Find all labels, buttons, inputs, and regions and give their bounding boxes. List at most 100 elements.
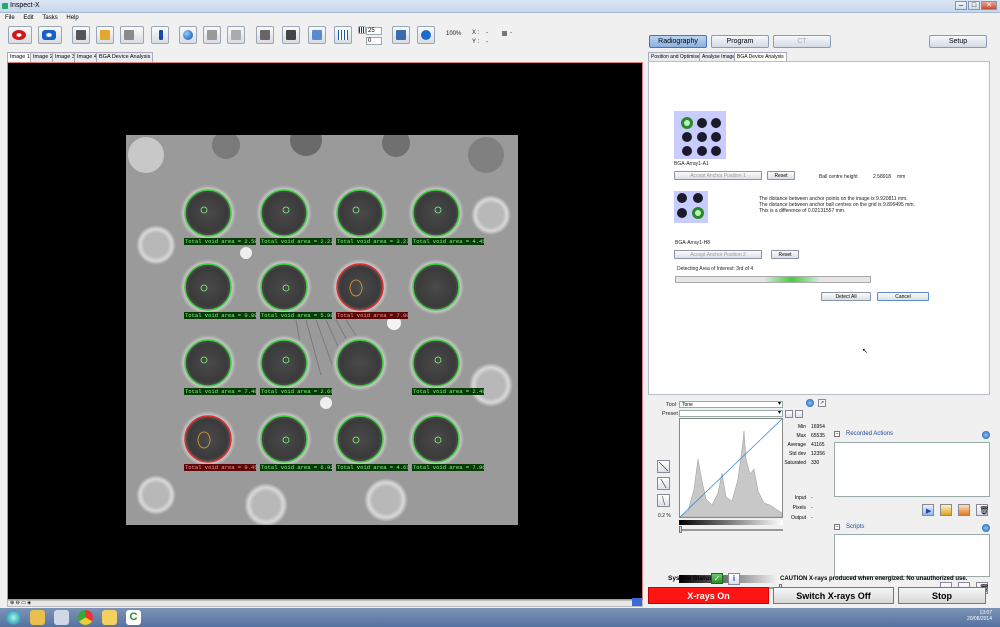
- spin-input-2[interactable]: 0: [366, 37, 382, 45]
- camera-button[interactable]: [38, 26, 62, 44]
- linear-curve-button[interactable]: [657, 460, 670, 473]
- solder-ball[interactable]: [336, 189, 384, 237]
- input-slider-handle[interactable]: [679, 526, 682, 533]
- convert-actions-button[interactable]: [958, 504, 970, 516]
- minimize-button[interactable]: –: [955, 1, 967, 10]
- step-curve-button[interactable]: [657, 494, 670, 507]
- help-button[interactable]: [417, 26, 435, 44]
- solder-ball[interactable]: [412, 189, 460, 237]
- switch-xrays-off-button[interactable]: Switch X-rays Off: [773, 587, 894, 604]
- collapse-scripts-icon[interactable]: –: [834, 524, 840, 530]
- progress-fill: [763, 277, 822, 282]
- tool-select[interactable]: Tone: [679, 401, 783, 408]
- menu-tasks[interactable]: Tasks: [42, 13, 57, 23]
- menu-help[interactable]: Help: [66, 13, 78, 23]
- main-toolbar: 25 0 100% X : Y : - - -: [0, 23, 640, 49]
- curve-button[interactable]: [657, 477, 670, 490]
- scroll-corner[interactable]: [632, 598, 642, 606]
- solder-ball[interactable]: [184, 189, 232, 237]
- preset-delete-button[interactable]: [795, 410, 803, 418]
- tab-program[interactable]: Program: [711, 35, 769, 48]
- tab-setup[interactable]: Setup: [929, 35, 987, 48]
- scripts-list[interactable]: [834, 534, 990, 577]
- reset-anchor-2-button[interactable]: Reset: [771, 250, 799, 259]
- xray-source-button[interactable]: [8, 26, 32, 44]
- scripts-globe-icon[interactable]: [982, 524, 990, 532]
- recorded-globe-icon[interactable]: [982, 431, 990, 439]
- delete-actions-button[interactable]: 🗑: [976, 504, 989, 516]
- expand-icon[interactable]: ↗: [818, 399, 826, 407]
- solder-ball[interactable]: [260, 189, 308, 237]
- save-button[interactable]: [120, 26, 144, 44]
- zoom-controls[interactable]: ⊕ ⊖ ▭ ◈: [10, 600, 31, 606]
- live-button[interactable]: [179, 26, 197, 44]
- media-icon[interactable]: [54, 610, 69, 625]
- pause-button[interactable]: [203, 26, 221, 44]
- measure-button[interactable]: [282, 26, 300, 44]
- close-button[interactable]: ✕: [981, 1, 997, 10]
- globe-icon[interactable]: [806, 399, 814, 407]
- accept-anchor-1-button[interactable]: Accept Anchor Position 1: [674, 171, 762, 180]
- record-actions-button[interactable]: [940, 504, 952, 516]
- inspect-x-taskbar-icon[interactable]: C: [126, 610, 141, 625]
- stop-capture-button[interactable]: [227, 26, 245, 44]
- cancel-button[interactable]: Cancel: [877, 292, 929, 301]
- void-area-label: Total void area = 6.92%: [260, 464, 332, 471]
- chrome-icon[interactable]: [78, 610, 93, 625]
- image-viewer[interactable]: Total void area = 2.58% Total void area =…: [7, 62, 643, 600]
- xray-image[interactable]: Total void area = 2.58% Total void area =…: [126, 135, 518, 525]
- tab-radiography[interactable]: Radiography: [649, 35, 707, 48]
- tab-ct[interactable]: CT: [773, 35, 831, 48]
- solder-ball[interactable]: [184, 339, 232, 387]
- solder-ball[interactable]: [260, 263, 308, 311]
- crosshair-button[interactable]: [392, 26, 410, 44]
- grid-button[interactable]: [334, 26, 352, 44]
- collapse-recorded-icon[interactable]: –: [834, 431, 840, 437]
- window-button[interactable]: [72, 26, 90, 44]
- status-info-icon[interactable]: i: [728, 573, 740, 585]
- solder-ball[interactable]: [184, 415, 232, 463]
- distance-info-3: This is a difference of 0.02131557 mm.: [759, 208, 846, 214]
- menu-file[interactable]: File: [5, 13, 15, 23]
- info-button[interactable]: [151, 26, 169, 44]
- xrays-on-button[interactable]: X-rays On: [648, 587, 769, 604]
- recorded-actions-list[interactable]: [834, 442, 990, 497]
- preset-select[interactable]: [679, 410, 783, 417]
- solder-ball[interactable]: [412, 263, 460, 311]
- reset-anchor-1-button[interactable]: Reset: [767, 171, 795, 180]
- play-actions-button[interactable]: ▶: [922, 504, 934, 516]
- spin-input-1[interactable]: 25: [366, 27, 382, 35]
- app-icon-2[interactable]: [102, 610, 117, 625]
- menu-edit[interactable]: Edit: [23, 13, 33, 23]
- solder-ball[interactable]: [336, 415, 384, 463]
- pause-icon: [207, 30, 217, 40]
- solder-ball[interactable]: [184, 263, 232, 311]
- horizontal-scrollbar[interactable]: [7, 600, 643, 607]
- solder-ball[interactable]: [336, 339, 384, 387]
- tab-analyse-image[interactable]: Analyse Image: [699, 52, 739, 61]
- accept-anchor-2-button[interactable]: Accept Anchor Position 2: [674, 250, 762, 259]
- solder-ball[interactable]: [412, 339, 460, 387]
- fullscreen-button[interactable]: [308, 26, 326, 44]
- solder-ball[interactable]: [260, 339, 308, 387]
- solder-ball[interactable]: [412, 415, 460, 463]
- tab-position-optimise[interactable]: Position and Optimise: [648, 52, 703, 61]
- menu-bar: File Edit Tasks Help: [0, 13, 1000, 23]
- capture-button[interactable]: [256, 26, 274, 44]
- detect-all-button[interactable]: Detect All: [821, 292, 871, 301]
- system-status-label: System Status: [668, 575, 713, 582]
- clock-date: 20/08/2014: [966, 616, 992, 622]
- solder-ball[interactable]: [260, 415, 308, 463]
- start-button-icon[interactable]: [6, 610, 21, 625]
- input-slider-track[interactable]: [679, 529, 783, 531]
- stat-label: Average: [787, 442, 806, 448]
- stop-button[interactable]: Stop: [898, 587, 986, 604]
- maximize-button[interactable]: □: [968, 1, 980, 10]
- tab-image-1[interactable]: Image 1: [7, 52, 33, 62]
- tab-bga-device-analysis[interactable]: BGA Device Analysis: [734, 52, 787, 61]
- solder-ball[interactable]: [336, 263, 384, 311]
- open-folder-button[interactable]: [96, 26, 114, 44]
- tab-bga-analysis[interactable]: BGA Device Analysis: [96, 52, 154, 62]
- explorer-icon[interactable]: [30, 610, 45, 625]
- preset-save-button[interactable]: [785, 410, 793, 418]
